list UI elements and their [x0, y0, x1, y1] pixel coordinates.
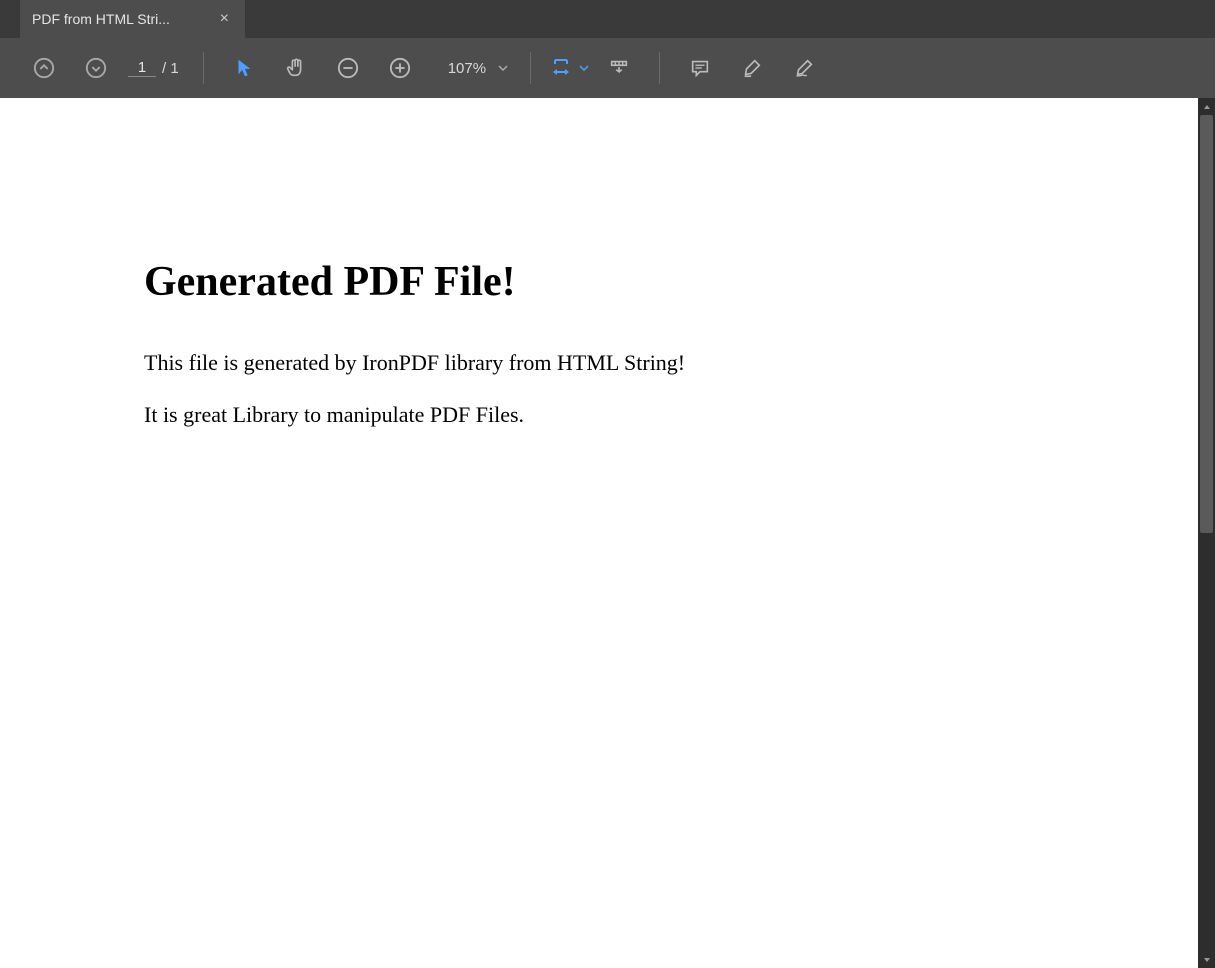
page-number-input[interactable] — [128, 59, 156, 77]
select-tools-group — [218, 38, 322, 98]
sign-button[interactable] — [782, 46, 826, 90]
zoom-out-button[interactable] — [326, 46, 370, 90]
pointer-tool-button[interactable] — [222, 46, 266, 90]
fit-width-icon — [549, 56, 573, 80]
fit-width-button[interactable] — [545, 56, 593, 80]
zoom-level-label: 107% — [448, 60, 486, 77]
scroll-down-icon[interactable] — [1198, 951, 1215, 968]
annotation-group — [674, 38, 830, 98]
close-tab-icon[interactable]: × — [216, 10, 233, 28]
sign-icon — [793, 57, 815, 79]
highlight-icon — [741, 57, 763, 79]
scroll-up-icon[interactable] — [1198, 98, 1215, 115]
page-up-button[interactable] — [22, 46, 66, 90]
scroll-thumb[interactable] — [1200, 115, 1213, 533]
comment-button[interactable] — [678, 46, 722, 90]
fit-group — [545, 38, 645, 98]
document-viewport[interactable]: Generated PDF File! This file is generat… — [0, 98, 1198, 968]
tab-bar: PDF from HTML Stri... × — [0, 0, 1215, 38]
plus-icon — [389, 57, 411, 79]
chevron-down-icon — [579, 65, 589, 71]
document-tab[interactable]: PDF from HTML Stri... × — [20, 0, 245, 38]
scroll-track[interactable] — [1198, 115, 1215, 951]
arrow-down-icon — [85, 57, 107, 79]
document-paragraph: It is great Library to manipulate PDF Fi… — [144, 402, 1198, 428]
toolbar: / 1 107% — [0, 38, 1215, 98]
hand-icon — [285, 57, 307, 79]
arrow-up-icon — [33, 57, 55, 79]
page-down-button[interactable] — [74, 46, 118, 90]
read-mode-button[interactable] — [597, 46, 641, 90]
toolbar-divider — [659, 52, 660, 84]
hand-tool-button[interactable] — [274, 46, 318, 90]
comment-icon — [689, 57, 711, 79]
highlight-button[interactable] — [730, 46, 774, 90]
zoom-in-button[interactable] — [378, 46, 422, 90]
pdf-page: Generated PDF File! This file is generat… — [0, 98, 1198, 428]
page-total-label: / 1 — [162, 60, 179, 77]
toolbar-divider — [530, 52, 531, 84]
vertical-scrollbar[interactable] — [1198, 98, 1215, 968]
zoom-level-dropdown[interactable]: 107% — [426, 60, 516, 77]
chevron-down-icon — [498, 65, 508, 71]
document-paragraph: This file is generated by IronPDF librar… — [144, 350, 1198, 376]
document-heading: Generated PDF File! — [144, 258, 1198, 306]
read-mode-icon — [608, 57, 630, 79]
tab-title: PDF from HTML Stri... — [32, 11, 170, 27]
zoom-group: 107% — [322, 38, 516, 98]
page-nav-group: / 1 — [18, 38, 189, 98]
pointer-icon — [233, 57, 255, 79]
minus-icon — [337, 57, 359, 79]
toolbar-divider — [203, 52, 204, 84]
